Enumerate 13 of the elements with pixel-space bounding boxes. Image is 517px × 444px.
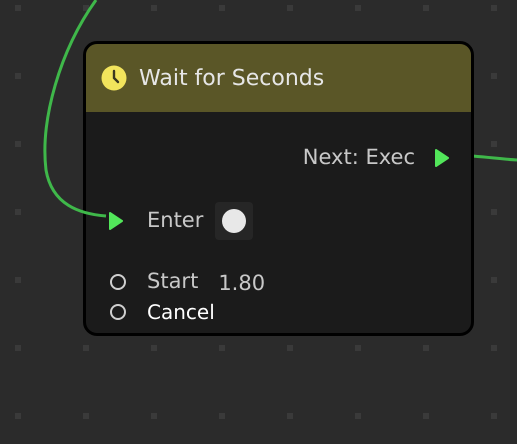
trigger-button[interactable] [215,202,254,240]
exec-port-icon[interactable] [109,212,123,230]
value-field[interactable]: 1.80 [218,268,266,300]
output-label: Next: Exec [302,144,415,172]
data-port-icon[interactable] [109,303,127,321]
input-label: Cancel [147,299,215,326]
node-title: Wait for Seconds [139,64,324,92]
exec-port-icon[interactable] [435,149,449,167]
input-label: Start [147,268,198,296]
clock-icon [101,65,127,91]
input-label: Enter [147,207,204,234]
node-card[interactable]: Wait for Seconds Next: Exec Enter Start 1.80 Cancel [83,41,474,336]
data-port-icon[interactable] [109,273,127,291]
